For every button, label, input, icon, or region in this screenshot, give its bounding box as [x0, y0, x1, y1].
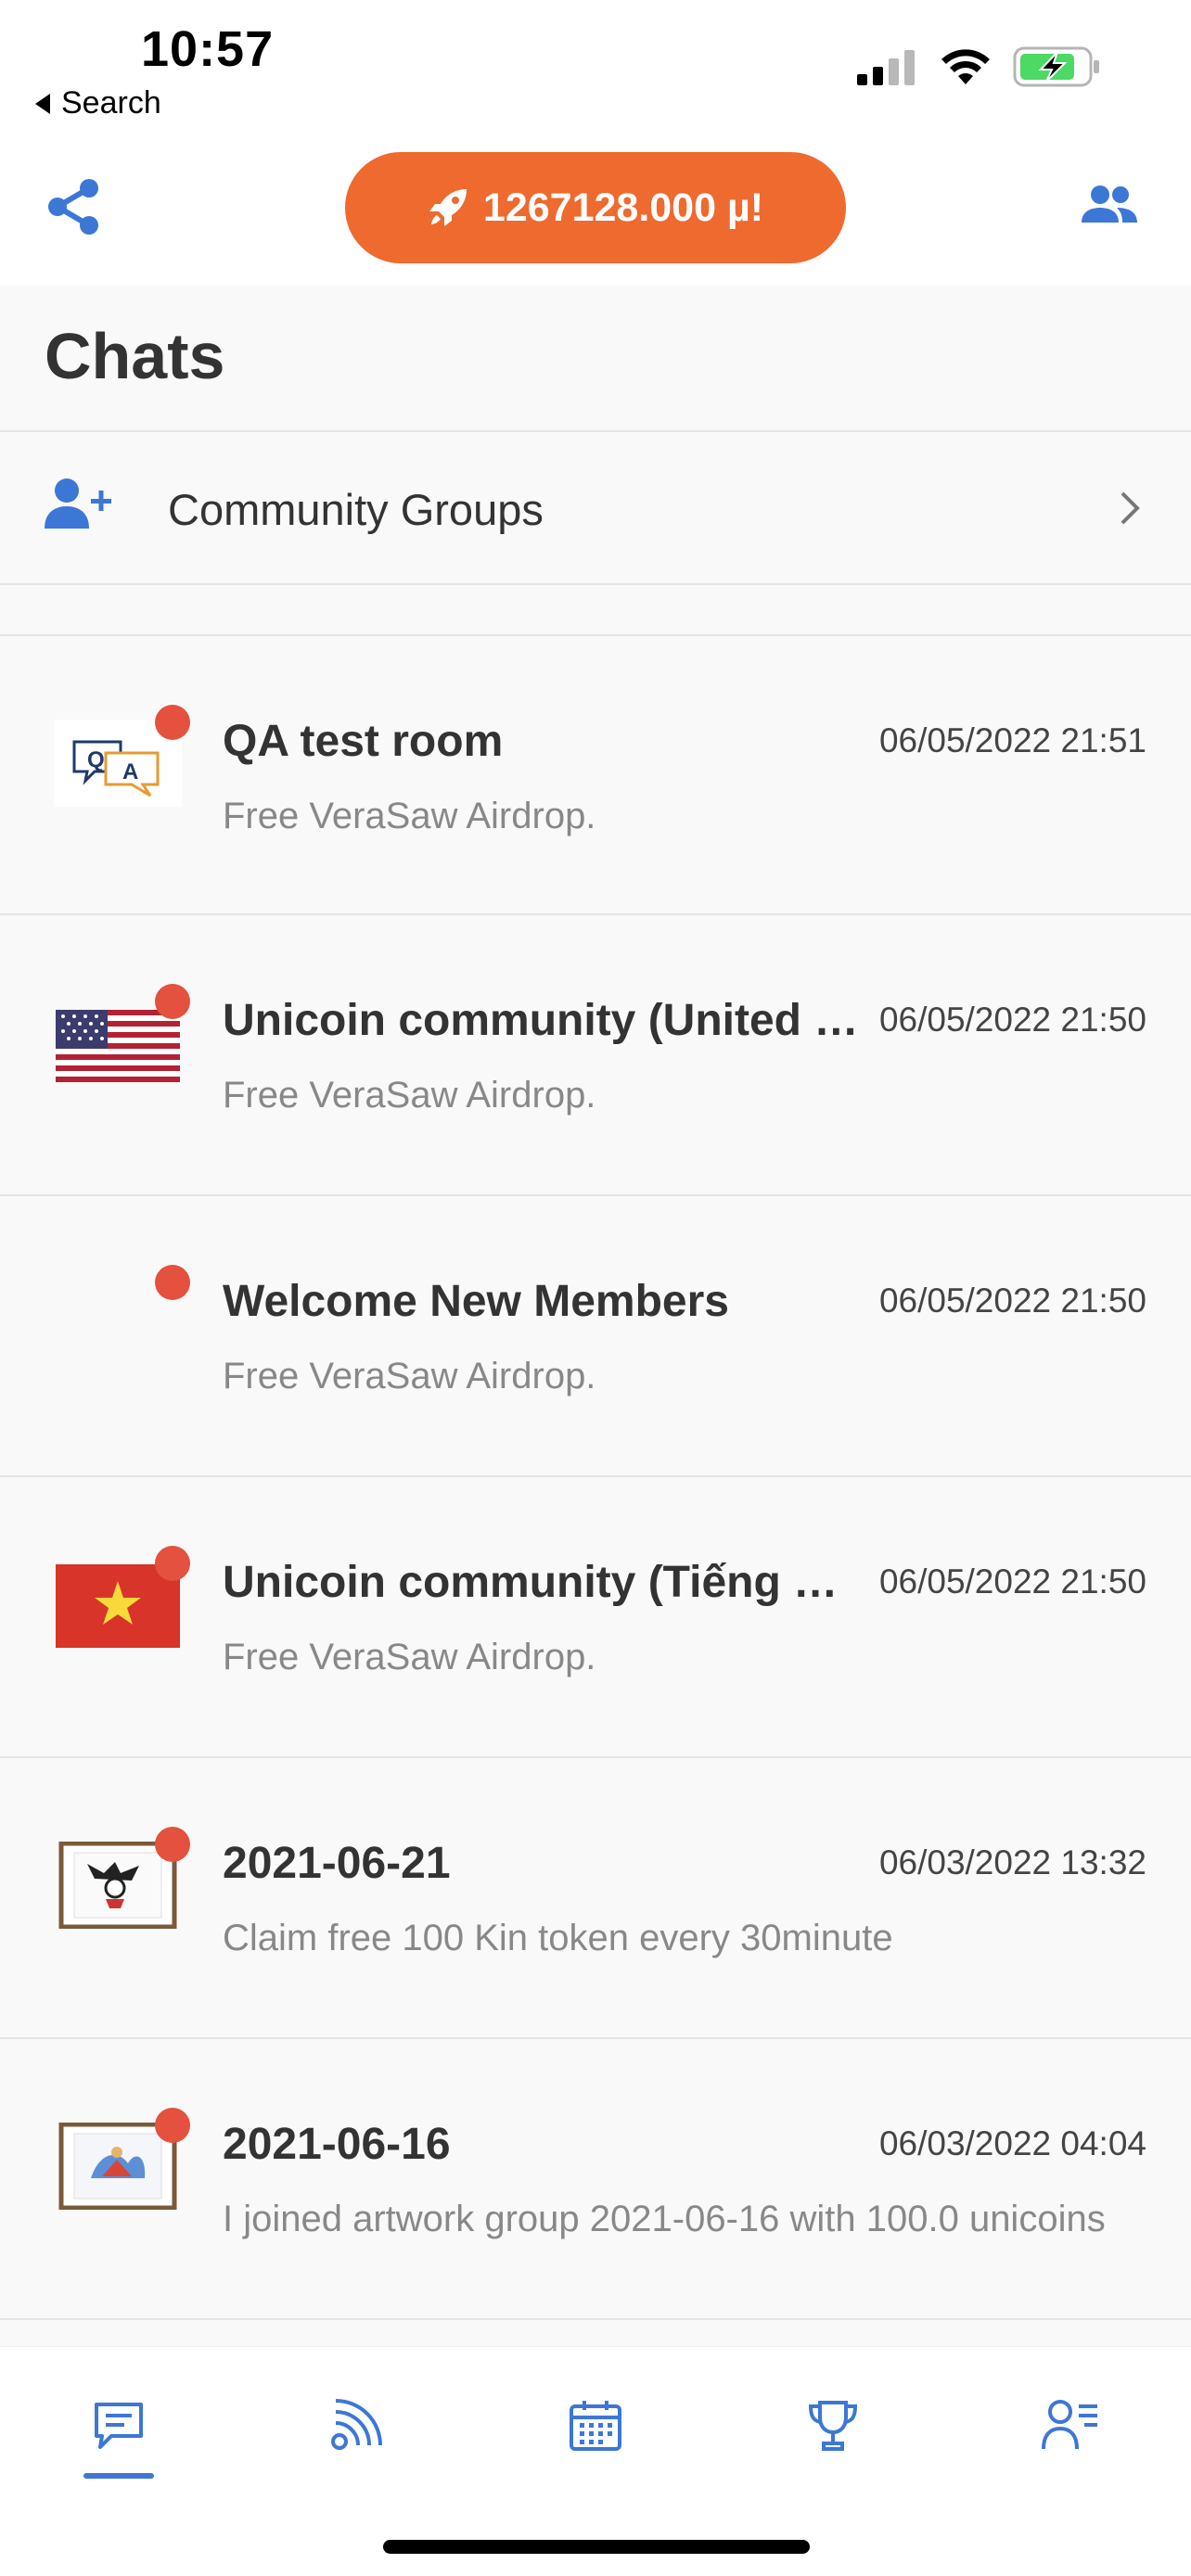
page-title: Chats [45, 320, 225, 392]
balance-button[interactable]: 1267128.000 µ! [345, 152, 846, 263]
chat-last-message: Free VeraSaw Airdrop. [223, 1075, 596, 1116]
chat-time: 06/05/2022 21:50 [878, 1001, 1146, 1039]
svg-text:Q: Q [87, 747, 105, 772]
chat-time: 06/05/2022 21:50 [878, 1282, 1146, 1320]
signal-icon [857, 50, 915, 85]
status-time: 10:57 [141, 21, 275, 77]
chat-last-message: Free VeraSaw Airdrop. [223, 1356, 596, 1396]
chat-name: 2021-06-21 [223, 1839, 451, 1888]
feed-icon [331, 2399, 382, 2450]
add-user-icon [45, 478, 111, 529]
chats-page: Chats Community Groups Q A QA test room … [0, 286, 1191, 2346]
unread-badge [155, 1827, 190, 1862]
chat-name: Unicoin community (Tiếng Việt) [223, 1558, 863, 1607]
calendar-icon [570, 2401, 621, 2451]
chat-row[interactable]: Unicoin community (Tiếng Việt) 06/05/202… [0, 1477, 1191, 1758]
divider [0, 583, 1191, 585]
balance-amount: 1267128.000 µ! [482, 185, 764, 230]
chat-row[interactable]: Unicoin community (United States) 06/05/… [0, 915, 1191, 1196]
svg-text:A: A [122, 759, 138, 784]
chat-last-message: Free VeraSaw Airdrop. [223, 1637, 596, 1677]
bottom-tab-bar [0, 2346, 1191, 2576]
back-arrow-icon [35, 93, 50, 114]
chat-name: 2021-06-16 [223, 2120, 451, 2169]
status-icons [857, 46, 1102, 87]
unread-badge [155, 984, 190, 1019]
chat-last-message: Free VeraSaw Airdrop. [223, 796, 596, 836]
chat-row[interactable]: Welcome New Members 06/05/2022 21:50 Fre… [0, 1196, 1191, 1477]
active-tab-indicator [83, 2473, 154, 2479]
chevron-right-icon [1121, 491, 1140, 525]
unread-badge [155, 1546, 190, 1581]
contacts-button[interactable] [1080, 184, 1154, 239]
share-button[interactable] [46, 178, 111, 243]
unread-badge [155, 2108, 190, 2143]
tab-feed[interactable] [319, 2388, 393, 2462]
tab-chats[interactable] [82, 2388, 156, 2462]
chat-name: Welcome New Members [223, 1277, 729, 1326]
battery-charging-icon [1013, 46, 1099, 87]
chat-time: 06/05/2022 21:51 [878, 721, 1146, 759]
profile-list-icon [1042, 2400, 1097, 2450]
tab-calendar[interactable] [558, 2388, 633, 2462]
back-to-search-button[interactable]: Search [35, 85, 161, 121]
wifi-icon [941, 49, 990, 84]
chat-row[interactable]: Q A QA test room 06/05/2022 21:51 Free V… [0, 634, 1191, 915]
chat-last-message: Claim free 100 Kin token every 30minute [223, 1918, 893, 1958]
share-icon [48, 179, 98, 235]
back-label: Search [61, 85, 161, 121]
chat-time: 06/03/2022 13:32 [878, 1843, 1146, 1881]
home-indicator[interactable] [383, 2540, 810, 2554]
chat-time: 06/03/2022 04:04 [878, 2124, 1146, 2162]
chat-name: QA test room [223, 717, 504, 766]
trophy-icon [808, 2401, 858, 2451]
unread-badge [155, 705, 190, 740]
tab-profile[interactable] [1033, 2388, 1108, 2462]
tab-leaderboard[interactable] [796, 2388, 870, 2462]
chat-last-message: I joined artwork group 2021-06-16 with 1… [223, 2199, 1106, 2239]
chat-icon [95, 2403, 143, 2449]
unread-badge [155, 1265, 190, 1300]
chat-list: Q A QA test room 06/05/2022 21:51 Free V… [0, 634, 1191, 2320]
app-header: 1267128.000 µ! [0, 139, 1191, 286]
rocket-icon [429, 189, 467, 226]
community-groups-row[interactable]: Community Groups [0, 432, 1191, 584]
chat-row[interactable]: 2021-06-21 06/03/2022 13:32 Claim free 1… [0, 1758, 1191, 2039]
chat-name: Unicoin community (United States) [223, 996, 863, 1045]
status-bar: 10:57 Search [0, 0, 1191, 139]
chat-time: 06/05/2022 21:50 [878, 1562, 1146, 1600]
chat-row[interactable]: 2021-06-16 06/03/2022 04:04 I joined art… [0, 2039, 1191, 2320]
people-icon [1082, 185, 1137, 223]
community-groups-label: Community Groups [168, 485, 544, 534]
